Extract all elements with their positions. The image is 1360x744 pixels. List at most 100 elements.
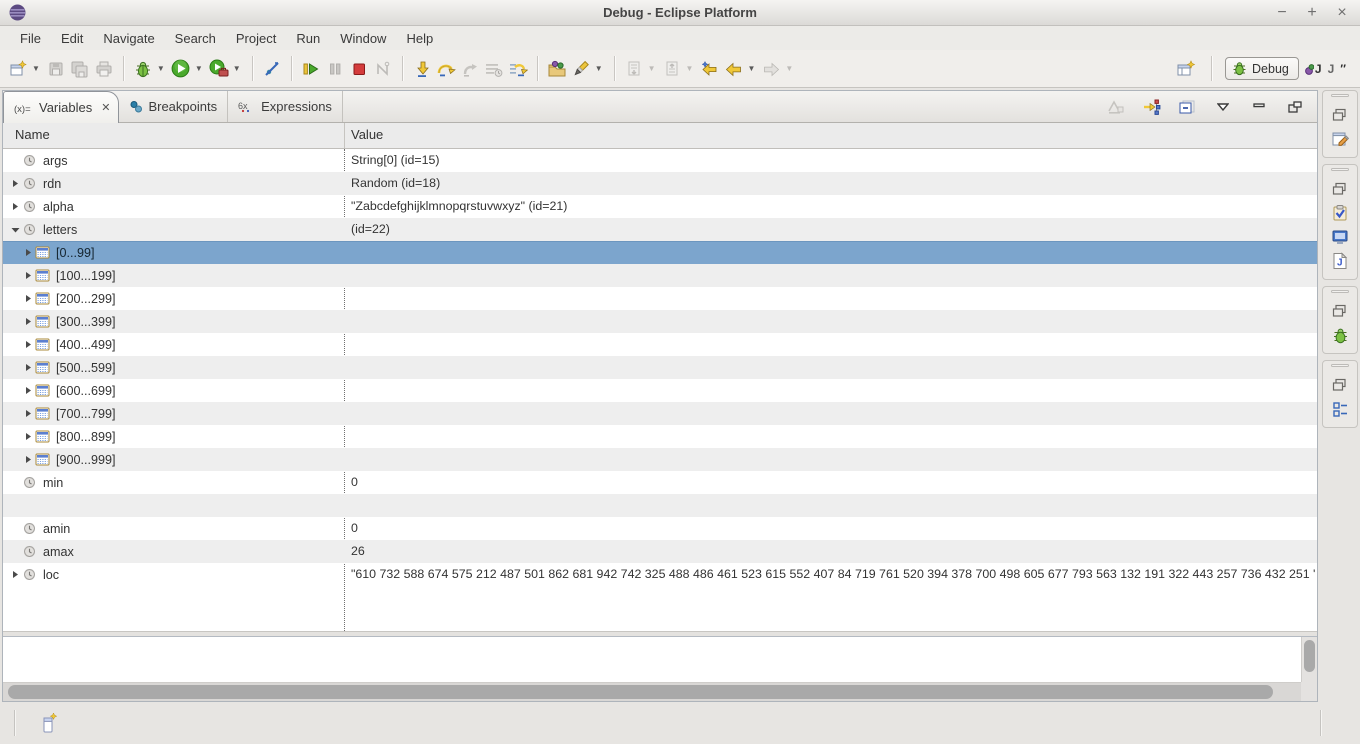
search-dropdown-arrow[interactable]: ▼: [595, 64, 603, 73]
maximize-window-button[interactable]: +: [1304, 5, 1320, 21]
expand-arrow-icon[interactable]: [25, 317, 31, 326]
new-wizard-button[interactable]: [6, 56, 30, 82]
column-divider[interactable]: [344, 123, 345, 148]
debug-button[interactable]: [131, 56, 155, 82]
minimize-window-button[interactable]: −: [1274, 5, 1290, 21]
table-row[interactable]: [0...99]: [3, 241, 1317, 264]
external-tools-dropdown-arrow[interactable]: ▼: [233, 64, 241, 73]
back-button[interactable]: [721, 56, 745, 82]
menu-item-project[interactable]: Project: [226, 28, 286, 49]
table-row[interactable]: [500...599]: [3, 356, 1317, 379]
previous-annotation-dropdown-arrow[interactable]: ▼: [686, 64, 694, 73]
collapse-arrow-icon[interactable]: [11, 227, 20, 233]
next-annotation-button[interactable]: [622, 56, 646, 82]
expand-arrow-icon[interactable]: [25, 409, 31, 418]
table-row[interactable]: [400...499]: [3, 333, 1317, 356]
drag-handle[interactable]: [1331, 364, 1349, 367]
detail-horizontal-scrollbar[interactable]: [3, 682, 1301, 701]
expand-arrow-icon[interactable]: [25, 271, 31, 280]
forward-dropdown-arrow[interactable]: ▼: [785, 64, 793, 73]
outline-view-button[interactable]: [1328, 397, 1352, 421]
collapse-all-button[interactable]: [1175, 94, 1199, 120]
expand-arrow-icon[interactable]: [25, 386, 31, 395]
tasks-view-button[interactable]: [1328, 201, 1352, 225]
previous-annotation-button[interactable]: [660, 56, 684, 82]
table-row[interactable]: argsString[0] (id=15): [3, 149, 1317, 172]
editor-view-button[interactable]: [1328, 127, 1352, 151]
menu-item-window[interactable]: Window: [330, 28, 396, 49]
skip-all-breakpoints-button[interactable]: [260, 56, 284, 82]
resume-button[interactable]: [299, 56, 323, 82]
disconnect-button[interactable]: [371, 56, 395, 82]
table-row[interactable]: amax26: [3, 540, 1317, 563]
save-all-button[interactable]: [68, 56, 92, 82]
debug-dropdown-arrow[interactable]: ▼: [157, 64, 165, 73]
expand-arrow-icon[interactable]: [25, 340, 31, 349]
print-button[interactable]: [92, 56, 116, 82]
java-perspective-button[interactable]: J: [1305, 62, 1322, 76]
table-row[interactable]: letters(id=22): [3, 218, 1317, 241]
expand-arrow-icon[interactable]: [25, 248, 31, 257]
column-header-value[interactable]: Value: [351, 127, 383, 142]
menu-item-file[interactable]: File: [10, 28, 51, 49]
last-edit-location-button[interactable]: [697, 56, 721, 82]
table-row[interactable]: [100...199]: [3, 264, 1317, 287]
show-logical-structure-button[interactable]: [1139, 94, 1163, 120]
minimize-view-button[interactable]: [1247, 94, 1271, 120]
open-type-button[interactable]: [545, 56, 569, 82]
restore-outline-button[interactable]: [1328, 373, 1352, 397]
drag-handle[interactable]: [1331, 290, 1349, 293]
table-row[interactable]: loc"610 732 588 674 575 212 487 501 862 …: [3, 563, 1317, 586]
run-external-tools-button[interactable]: [207, 56, 231, 82]
save-button[interactable]: [44, 56, 68, 82]
table-row[interactable]: [300...399]: [3, 310, 1317, 333]
javadoc-view-button[interactable]: J: [1328, 249, 1352, 273]
step-into-button[interactable]: [410, 56, 434, 82]
maximize-view-button[interactable]: [1283, 94, 1307, 120]
table-row[interactable]: [800...899]: [3, 425, 1317, 448]
restore-debug-button[interactable]: [1328, 299, 1352, 323]
table-row[interactable]: min0: [3, 471, 1317, 494]
pause-button[interactable]: [323, 56, 347, 82]
run-button[interactable]: [169, 56, 193, 82]
debug-perspective-button[interactable]: Debug: [1225, 57, 1299, 80]
table-row[interactable]: alpha"Zabcdefghijklmnopqrstuvwxyz" (id=2…: [3, 195, 1317, 218]
expand-arrow-icon[interactable]: [12, 570, 18, 579]
search-button[interactable]: [569, 56, 593, 82]
table-row[interactable]: [900...999]: [3, 448, 1317, 471]
expand-arrow-icon[interactable]: [25, 363, 31, 372]
use-step-filters-button[interactable]: [506, 56, 530, 82]
expand-arrow-icon[interactable]: [25, 455, 31, 464]
terminate-button[interactable]: [347, 56, 371, 82]
step-over-button[interactable]: [434, 56, 458, 82]
menu-item-search[interactable]: Search: [165, 28, 226, 49]
expand-arrow-icon[interactable]: [12, 179, 18, 188]
new-wizard-dropdown-arrow[interactable]: ▼: [32, 64, 40, 73]
tab-expressions[interactable]: 6xExpressions: [228, 91, 343, 122]
forward-button[interactable]: [759, 56, 783, 82]
table-row[interactable]: amin0: [3, 517, 1317, 540]
debug-view-button[interactable]: [1328, 323, 1352, 347]
tab-variables[interactable]: (x)=Variables✕: [3, 91, 119, 123]
close-tab-icon[interactable]: ✕: [101, 101, 110, 114]
drop-to-frame-button[interactable]: [482, 56, 506, 82]
menu-item-navigate[interactable]: Navigate: [93, 28, 164, 49]
detail-vertical-scrollbar[interactable]: [1301, 637, 1317, 682]
view-menu-button[interactable]: [1211, 94, 1235, 120]
run-dropdown-arrow[interactable]: ▼: [195, 64, 203, 73]
perspective-overflow[interactable]: ″: [1340, 62, 1346, 76]
step-return-button[interactable]: [458, 56, 482, 82]
table-row[interactable]: rdnRandom (id=18): [3, 172, 1317, 195]
table-row[interactable]: [3, 494, 1317, 517]
table-row[interactable]: [600...699]: [3, 379, 1317, 402]
java-browsing-perspective-button[interactable]: J: [1328, 62, 1335, 76]
table-row[interactable]: [200...299]: [3, 287, 1317, 310]
console-view-button[interactable]: [1328, 225, 1352, 249]
detail-pane[interactable]: [3, 636, 1317, 701]
drag-handle[interactable]: [1331, 168, 1349, 171]
menu-item-run[interactable]: Run: [286, 28, 330, 49]
expand-arrow-icon[interactable]: [25, 432, 31, 441]
restore-views-button[interactable]: [1328, 177, 1352, 201]
column-header-name[interactable]: Name: [15, 127, 50, 142]
scrollbar-thumb[interactable]: [1304, 640, 1315, 672]
